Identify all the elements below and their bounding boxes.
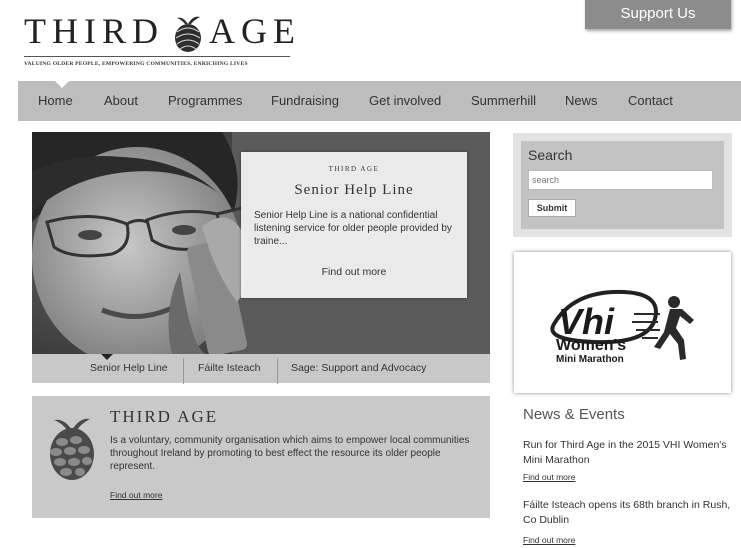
about-find-out-more-link[interactable]: Find out more (110, 490, 162, 500)
vhi-mini-marathon-text: Mini Marathon (556, 354, 624, 365)
card-brand-logo: THIRD AGE (328, 165, 380, 173)
nav-programmes[interactable]: Programmes (168, 93, 242, 108)
runner-icon (632, 296, 694, 360)
pinecone-icon (50, 418, 94, 480)
logo-word-age: AGE (209, 11, 301, 51)
tab-sage[interactable]: Sage: Support and Advocacy (291, 354, 426, 383)
vhi-womens-text: Women's (556, 337, 626, 354)
active-tab-caret-icon (101, 354, 113, 360)
nav-contact[interactable]: Contact (628, 93, 673, 108)
tab-failte-isteach[interactable]: Fáilte Isteach (198, 354, 260, 383)
logo-tagline: Valuing older people, empowering communi… (24, 61, 248, 67)
nav-fundraising[interactable]: Fundraising (271, 93, 339, 108)
vhi-brand-text: Vhi (558, 301, 615, 342)
logo-divider (24, 56, 290, 57)
search-input[interactable] (528, 170, 713, 190)
nav-active-caret-icon (55, 81, 69, 88)
nav-summerhill[interactable]: Summerhill (471, 93, 536, 108)
card-body: Senior Help Line is a national confident… (254, 210, 452, 247)
search-title: Search (528, 147, 573, 163)
search-panel: Search Submit (521, 141, 724, 229)
nav-news[interactable]: News (565, 93, 598, 108)
news-find-out-more-link[interactable]: Find out more (523, 472, 575, 482)
search-widget: Search Submit (513, 133, 732, 237)
helpline-card: THIRD AGE Senior Help Line Senior Help L… (241, 152, 467, 298)
vhi-mini-marathon-banner[interactable]: Vhi Women's Mini Marathon (514, 252, 731, 393)
nav-about[interactable]: About (104, 93, 138, 108)
news-heading: News & Events (523, 406, 625, 423)
support-us-button[interactable]: Support Us (585, 0, 731, 29)
pinecone-icon (175, 16, 201, 52)
nav-get-involved[interactable]: Get involved (369, 93, 441, 108)
news-find-out-more-link[interactable]: Find out more (523, 535, 575, 545)
about-body: Is a voluntary, community organisation w… (110, 435, 470, 472)
nav-home[interactable]: Home (38, 93, 73, 108)
card-find-out-more-link[interactable]: Find out more (241, 266, 467, 278)
tab-divider (277, 358, 278, 384)
main-nav: Home About Programmes Fundraising Get in… (18, 81, 741, 121)
about-panel: THIRD AGE Is a voluntary, community orga… (32, 396, 490, 518)
about-title: THIRD AGE (110, 407, 219, 426)
vhi-logo: Vhi Women's Mini Marathon (550, 289, 694, 365)
news-item[interactable]: Run for Third Age in the 2015 VHI Women'… (523, 438, 733, 468)
news-item[interactable]: Fáilte Isteach opens its 68th branch in … (523, 498, 733, 528)
tab-divider (183, 358, 184, 384)
card-title: Senior Help Line (294, 182, 414, 198)
submit-button[interactable]: Submit (528, 199, 576, 217)
site-logo[interactable]: THIRD AGE Valuing older people, empoweri… (24, 6, 304, 74)
logo-word-third: THIRD (24, 11, 164, 51)
